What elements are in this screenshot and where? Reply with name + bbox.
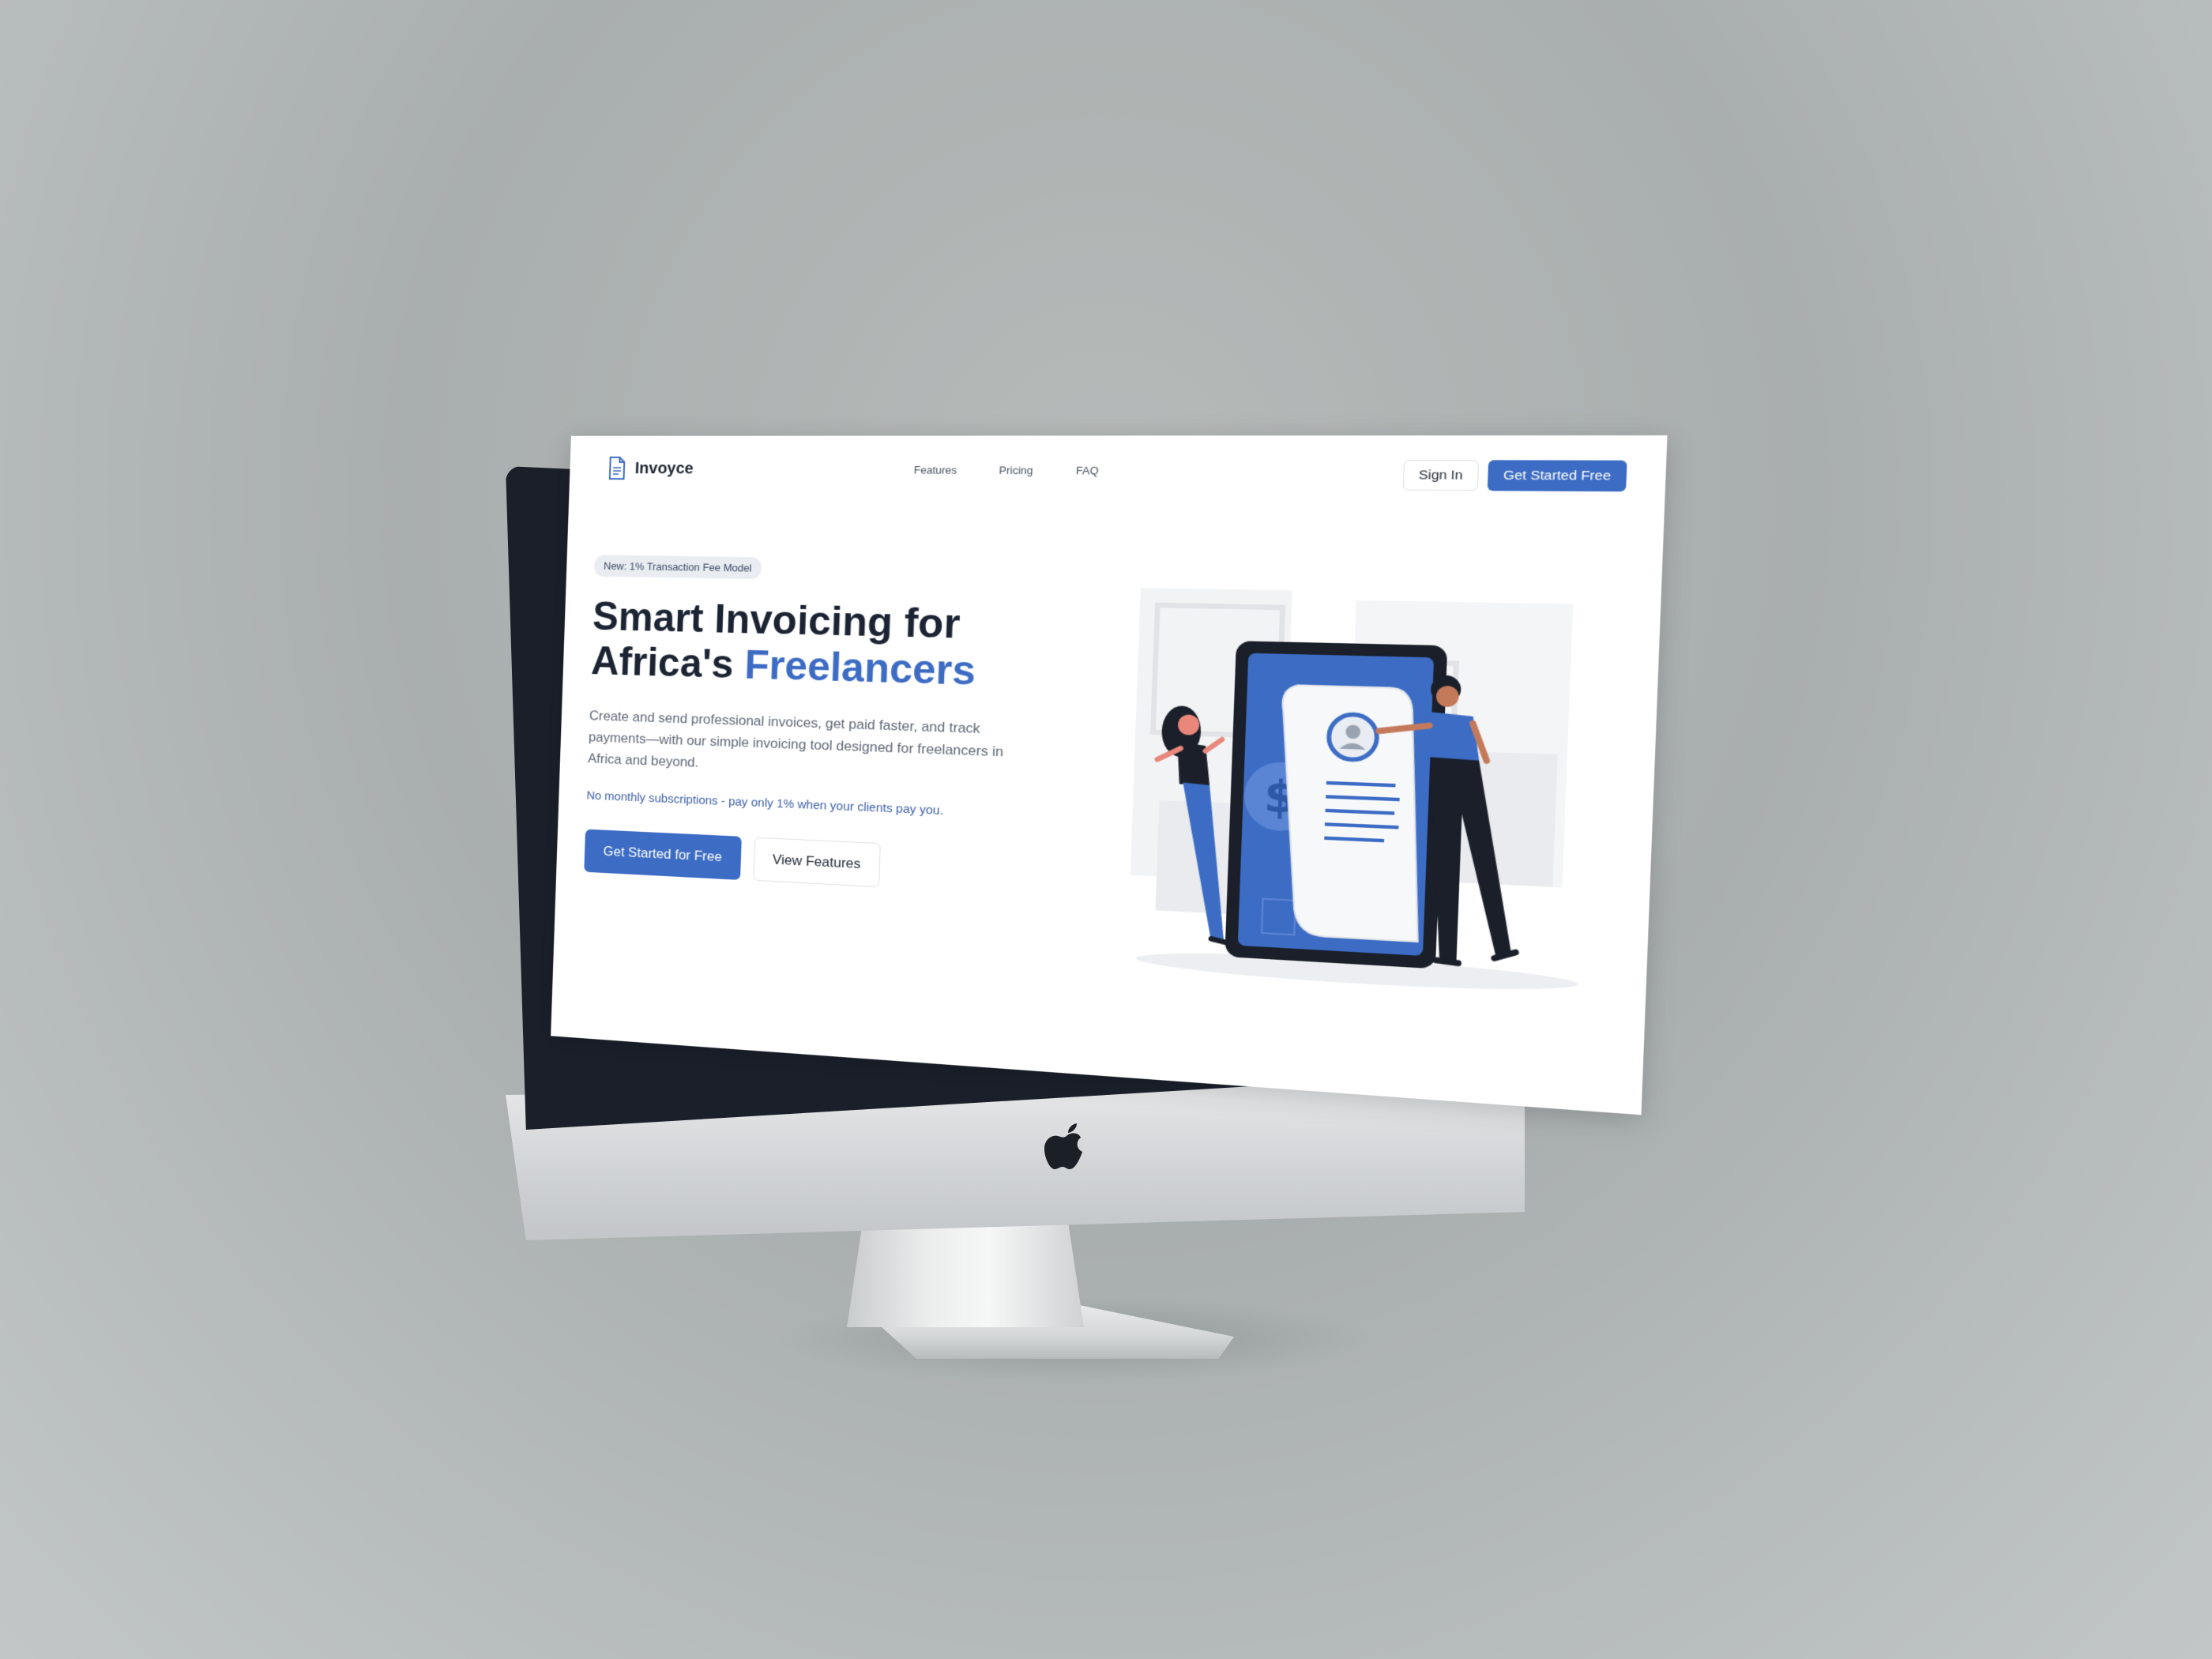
get-started-for-free-button[interactable]: Get Started for Free (584, 829, 743, 880)
get-started-free-button[interactable]: Get Started Free (1488, 460, 1627, 492)
brand-name: Invoyce (634, 459, 694, 478)
apple-logo-icon (1044, 1123, 1089, 1174)
hero-cta-row: Get Started for Free View Features (584, 829, 1093, 898)
nav-links: Features Pricing FAQ (914, 464, 1099, 477)
headline-line-2: Africa's (590, 638, 735, 687)
document-icon (608, 457, 626, 480)
brand-logo[interactable]: Invoyce (608, 457, 694, 481)
browser-screen: Invoyce Features Pricing FAQ Sign In Get… (551, 435, 1668, 1115)
nav-link-features[interactable]: Features (914, 464, 957, 476)
headline-accent: Freelancers (743, 641, 977, 694)
pricing-note: No monthly subscriptions - pay only 1% w… (586, 788, 944, 818)
hero-headline: Smart Invoicing for Africa's Freelancers (590, 594, 1101, 698)
nav-link-faq[interactable]: FAQ (1076, 465, 1099, 477)
hero-section: New: 1% Transaction Fee Model Smart Invo… (584, 555, 1103, 897)
top-navbar: Invoyce Features Pricing FAQ Sign In Get… (569, 435, 1668, 516)
new-feature-badge: New: 1% Transaction Fee Model (593, 555, 762, 580)
nav-link-pricing[interactable]: Pricing (999, 464, 1033, 476)
hero-illustration: $ (1118, 579, 1612, 1005)
nav-actions: Sign In Get Started Free (1402, 460, 1627, 492)
hero-description: Create and send professional invoices, g… (587, 708, 1004, 771)
view-features-button[interactable]: View Features (753, 837, 881, 887)
sign-in-button[interactable]: Sign In (1402, 460, 1480, 491)
